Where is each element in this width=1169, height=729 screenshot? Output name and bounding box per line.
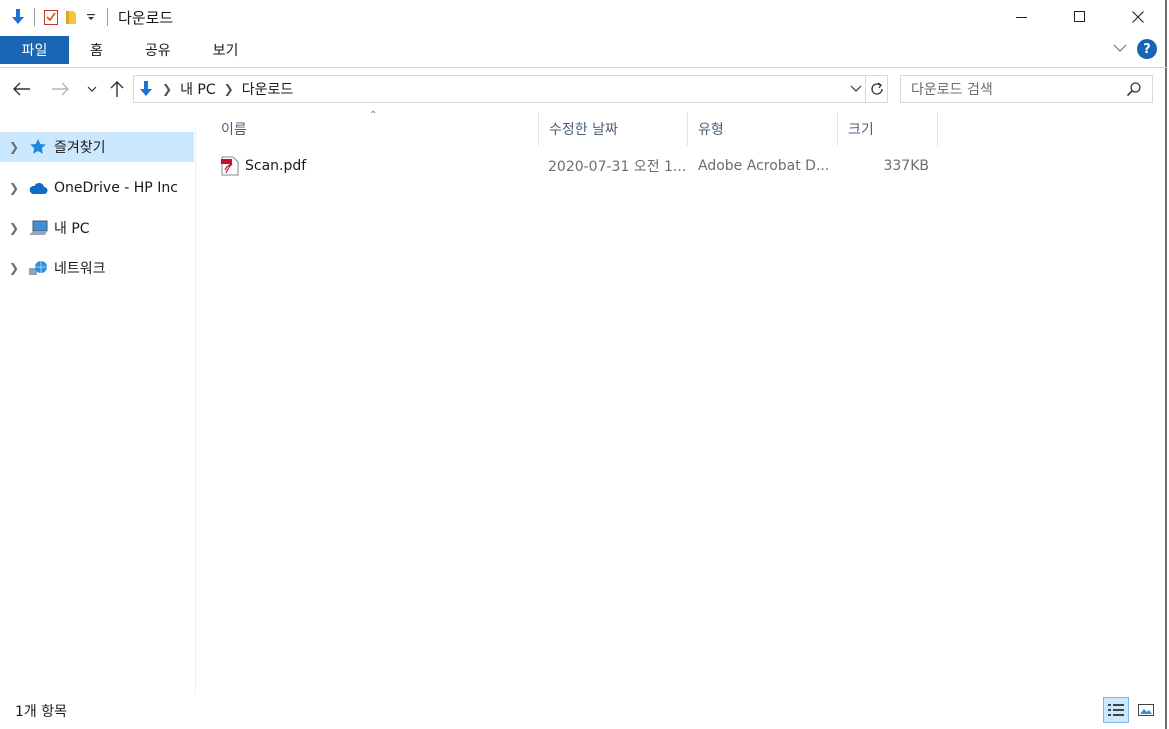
download-arrow-icon: [138, 80, 154, 98]
properties-icon[interactable]: [41, 7, 61, 27]
quick-access-toolbar: [0, 0, 114, 34]
cloud-icon: [28, 178, 48, 198]
forward-button[interactable]: [48, 72, 72, 106]
sort-ascending-icon: ⌃: [369, 110, 378, 121]
column-headers: ⌃ 이름 수정한 날짜 유형 크기: [211, 110, 938, 146]
sidebar-item-network[interactable]: ❯ 네트워크: [0, 248, 195, 288]
file-date-cell: 2020-07-31 오전 1...: [548, 159, 687, 175]
search-placeholder: 다운로드 검색: [911, 82, 993, 98]
ribbon-tabs: 파일 홈 공유 보기 ?: [0, 36, 1167, 64]
new-folder-icon[interactable]: [61, 7, 81, 27]
arrow-left-icon: [13, 82, 30, 96]
window-controls: [993, 0, 1167, 34]
chevron-down-icon: [87, 86, 97, 92]
file-type-cell: Adobe Acrobat D...: [698, 158, 830, 174]
help-button[interactable]: ?: [1137, 39, 1157, 59]
tab-view[interactable]: 보기: [192, 36, 260, 64]
breadcrumb-this-pc[interactable]: 내 PC: [180, 79, 216, 99]
pdf-icon: [221, 156, 239, 176]
expand-ribbon-button[interactable]: [1113, 41, 1127, 57]
breadcrumb-chevron-icon[interactable]: ❯: [224, 82, 234, 96]
toolbar-separator: [34, 8, 35, 26]
file-row[interactable]: Scan.pdf 2020-07-31 오전 1... Adobe Acroba…: [211, 151, 938, 181]
sidebar-item-label: 즐겨찾기: [54, 140, 106, 156]
sidebar-item-quick-access[interactable]: ❯ 즐겨찾기: [0, 132, 194, 162]
sidebar-item-this-pc[interactable]: ❯ 내 PC: [0, 208, 195, 248]
chevron-down-icon: [1113, 44, 1127, 52]
chevron-down-icon: [850, 85, 862, 92]
maximize-icon: [1074, 11, 1085, 22]
expand-chevron-icon[interactable]: ❯: [0, 140, 28, 154]
expand-chevron-icon[interactable]: ❯: [0, 261, 28, 275]
network-icon: [28, 258, 48, 278]
column-header-size[interactable]: 크기: [838, 112, 938, 146]
computer-icon: [28, 218, 48, 238]
file-explorer-window: 다운로드 파일 홈 공유 보기 ? ❯ 내 PC ❯ 다운로드 다운로드 검색 …: [0, 0, 1167, 729]
recent-locations-button[interactable]: [80, 72, 104, 106]
column-header-date[interactable]: 수정한 날짜: [538, 112, 688, 146]
navigation-bar: ❯ 내 PC ❯ 다운로드 다운로드 검색: [0, 72, 1167, 106]
ribbon-divider: [0, 67, 1167, 68]
sidebar-item-onedrive[interactable]: ❯ OneDrive - HP Inc: [0, 168, 195, 208]
sidebar-item-label: 네트워크: [54, 261, 106, 277]
file-name-cell[interactable]: Scan.pdf: [211, 156, 538, 176]
column-header-type[interactable]: 유형: [688, 112, 838, 146]
ribbon-right-controls: ?: [1113, 39, 1157, 59]
navigation-pane: ❯ 즐겨찾기 ❯ OneDrive - HP Inc ❯ 내 PC ❯ 네트워크: [0, 128, 196, 695]
sidebar-item-label: OneDrive - HP Inc: [54, 180, 178, 196]
up-button[interactable]: [105, 72, 129, 106]
status-bar: 1개 항목: [0, 696, 1167, 726]
large-icons-view-button[interactable]: [1133, 697, 1159, 723]
maximize-button[interactable]: [1051, 0, 1109, 34]
file-size-cell: 337KB: [883, 158, 929, 174]
star-icon: [28, 137, 48, 157]
address-history-button[interactable]: [847, 76, 865, 102]
column-header-name[interactable]: ⌃ 이름: [211, 110, 538, 146]
search-input[interactable]: 다운로드 검색: [900, 75, 1153, 103]
close-icon: [1132, 11, 1144, 23]
refresh-button[interactable]: [865, 76, 887, 102]
large-icons-view-icon: [1138, 704, 1154, 716]
minimize-icon: [1016, 17, 1027, 18]
file-list-view: ⌃ 이름 수정한 날짜 유형 크기 Scan.pdf 2020-07-31 오전…: [197, 106, 1167, 696]
window-title: 다운로드: [118, 8, 174, 27]
expand-chevron-icon[interactable]: ❯: [0, 221, 28, 235]
breadcrumb-downloads[interactable]: 다운로드: [242, 79, 294, 99]
details-view-icon: [1108, 704, 1124, 716]
address-bar[interactable]: ❯ 내 PC ❯ 다운로드: [133, 75, 888, 103]
expand-chevron-icon[interactable]: ❯: [0, 181, 28, 195]
close-button[interactable]: [1109, 0, 1167, 34]
minimize-button[interactable]: [993, 0, 1051, 34]
arrow-up-icon: [110, 81, 124, 97]
refresh-icon: [870, 82, 883, 95]
tab-home[interactable]: 홈: [69, 36, 124, 64]
back-button[interactable]: [10, 72, 34, 106]
view-toggle: [1103, 697, 1159, 723]
title-bar: 다운로드: [0, 0, 1167, 34]
file-name: Scan.pdf: [245, 158, 307, 174]
breadcrumb-chevron-icon[interactable]: ❯: [162, 82, 172, 96]
arrow-right-icon: [52, 82, 69, 96]
sidebar-item-label: 내 PC: [54, 221, 90, 237]
tab-file[interactable]: 파일: [0, 36, 69, 64]
tab-share[interactable]: 공유: [124, 36, 192, 64]
item-count: 1개 항목: [15, 704, 67, 720]
customize-dropdown-icon[interactable]: [81, 7, 101, 27]
download-arrow-icon: [8, 7, 28, 27]
search-icon[interactable]: [1126, 81, 1142, 101]
details-view-button[interactable]: [1103, 697, 1129, 723]
toolbar-separator: [107, 8, 108, 26]
